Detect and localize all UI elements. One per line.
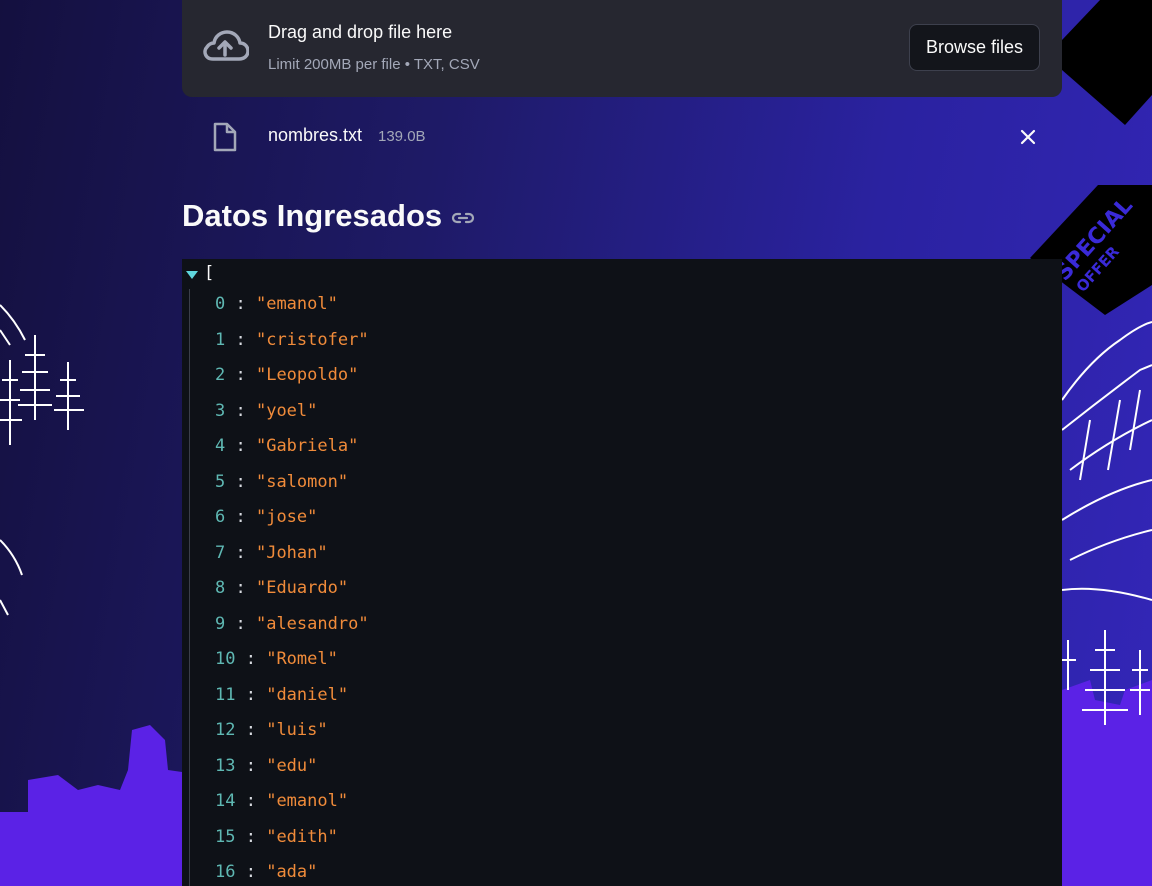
json-item-value: "Gabriela" — [255, 436, 359, 456]
json-item-row: 14 : "emanol" — [215, 790, 369, 826]
json-item-index: 5 — [215, 471, 226, 492]
json-item-row: 9 : "alesandro" — [215, 613, 369, 649]
json-item-value: "Johan" — [255, 542, 328, 563]
json-item-colon: : — [225, 578, 256, 598]
json-item-row: 0 : "emanol" — [215, 293, 369, 329]
json-item-index: 10 — [215, 649, 236, 669]
json-item-row: 7 : "Johan" — [215, 542, 369, 578]
json-item-colon: : — [225, 507, 256, 527]
json-items: 0 : "emanol" 1 : "cristofer" 2 : "Leopoldo… — [215, 293, 369, 886]
dropzone-title: Drag and drop file here — [268, 22, 453, 42]
json-item-colon: : — [225, 400, 256, 421]
json-item-row: 13 : "edu" — [215, 755, 369, 791]
json-item-index: 3 — [215, 400, 226, 421]
tag-top — [1062, 0, 1152, 125]
heading-text: Datos Ingresados — [182, 198, 443, 233]
section-heading: Datos Ingresados — [182, 198, 476, 234]
json-item-index: 14 — [215, 791, 236, 811]
trees-left — [0, 304, 84, 616]
json-item-value: "Eduardo" — [255, 578, 349, 598]
json-item-row: 3 : "yoel" — [215, 400, 369, 436]
file-uploader-dropzone[interactable]: Drag and drop file here Limit 200MB per … — [182, 0, 1062, 97]
json-item-value: "Leopoldo" — [255, 365, 359, 385]
json-item-value: "yoel" — [255, 400, 318, 421]
json-item-colon: : — [225, 613, 256, 634]
json-item-row: 16 : "ada" — [215, 861, 369, 886]
browse-files-button[interactable]: Browse files — [909, 24, 1040, 71]
json-item-index: 7 — [215, 542, 226, 563]
file-icon — [212, 122, 238, 156]
json-item-value: "luis" — [266, 720, 328, 740]
json-item-colon: : — [225, 294, 256, 314]
json-item-row: 11 : "daniel" — [215, 684, 369, 720]
json-item-index: 2 — [215, 365, 226, 385]
json-item-colon: : — [225, 365, 256, 385]
remove-file-close-icon[interactable] — [1018, 127, 1038, 151]
json-item-index: 11 — [215, 684, 236, 705]
json-item-colon: : — [235, 684, 267, 705]
json-item-colon: : — [235, 649, 267, 669]
json-item-index: 16 — [215, 862, 236, 882]
collapse-triangle-icon[interactable] — [185, 265, 199, 285]
json-item-value: "emanol" — [255, 294, 338, 314]
json-item-value: "cristofer" — [255, 329, 369, 350]
json-item-value: "alesandro" — [255, 613, 369, 634]
json-item-index: 15 — [215, 826, 236, 847]
json-item-colon: : — [225, 471, 256, 492]
json-item-row: 4 : "Gabriela" — [215, 435, 369, 471]
json-item-row: 8 : "Eduardo" — [215, 577, 369, 613]
json-item-colon: : — [235, 791, 267, 811]
json-item-value: "edith" — [266, 826, 338, 847]
city-skyline-left — [0, 725, 182, 886]
json-item-row: 5 : "salomon" — [215, 471, 369, 507]
json-indent-guide — [189, 289, 190, 886]
json-item-index: 6 — [215, 507, 226, 527]
json-item-colon: : — [235, 826, 267, 847]
json-item-value: "emanol" — [266, 791, 349, 811]
json-item-colon: : — [235, 720, 267, 740]
json-item-row: 10 : "Romel" — [215, 648, 369, 684]
json-viewer: [ 0 : "emanol" 1 : "cristofer" 2 : "Leopol… — [182, 259, 1062, 886]
uploaded-file-item: nombres.txt 139.0B — [182, 112, 1062, 160]
json-item-value: "edu" — [266, 755, 318, 776]
dropzone-limit-text: Limit 200MB per file • TXT, CSV — [268, 56, 480, 73]
json-item-colon: : — [225, 436, 256, 456]
mountains-right — [1061, 321, 1152, 601]
file-size: 139.0B — [378, 128, 426, 145]
json-open-bracket: [ — [204, 263, 215, 283]
json-item-value: "salomon" — [255, 471, 349, 492]
json-item-index: 9 — [215, 613, 226, 634]
link-icon[interactable] — [450, 198, 476, 234]
json-item-index: 0 — [215, 294, 226, 314]
json-item-index: 1 — [215, 329, 226, 350]
json-item-row: 2 : "Leopoldo" — [215, 364, 369, 400]
json-item-value: "jose" — [255, 507, 318, 527]
json-item-colon: : — [235, 862, 267, 882]
json-item-index: 8 — [215, 578, 226, 598]
json-item-index: 12 — [215, 720, 236, 740]
json-item-value: "ada" — [266, 862, 318, 882]
json-item-colon: : — [235, 755, 267, 776]
cloud-upload-icon — [201, 29, 250, 71]
json-item-index: 13 — [215, 755, 236, 776]
json-item-row: 12 : "luis" — [215, 719, 369, 755]
json-item-row: 1 : "cristofer" — [215, 329, 369, 365]
json-item-index: 4 — [215, 436, 226, 456]
json-item-row: 15 : "edith" — [215, 826, 369, 862]
json-item-colon: : — [225, 329, 256, 350]
json-item-value: "daniel" — [266, 684, 349, 705]
json-item-colon: : — [225, 542, 256, 563]
json-item-value: "Romel" — [266, 649, 338, 669]
json-item-row: 6 : "jose" — [215, 506, 369, 542]
file-name: nombres.txt — [268, 125, 363, 145]
